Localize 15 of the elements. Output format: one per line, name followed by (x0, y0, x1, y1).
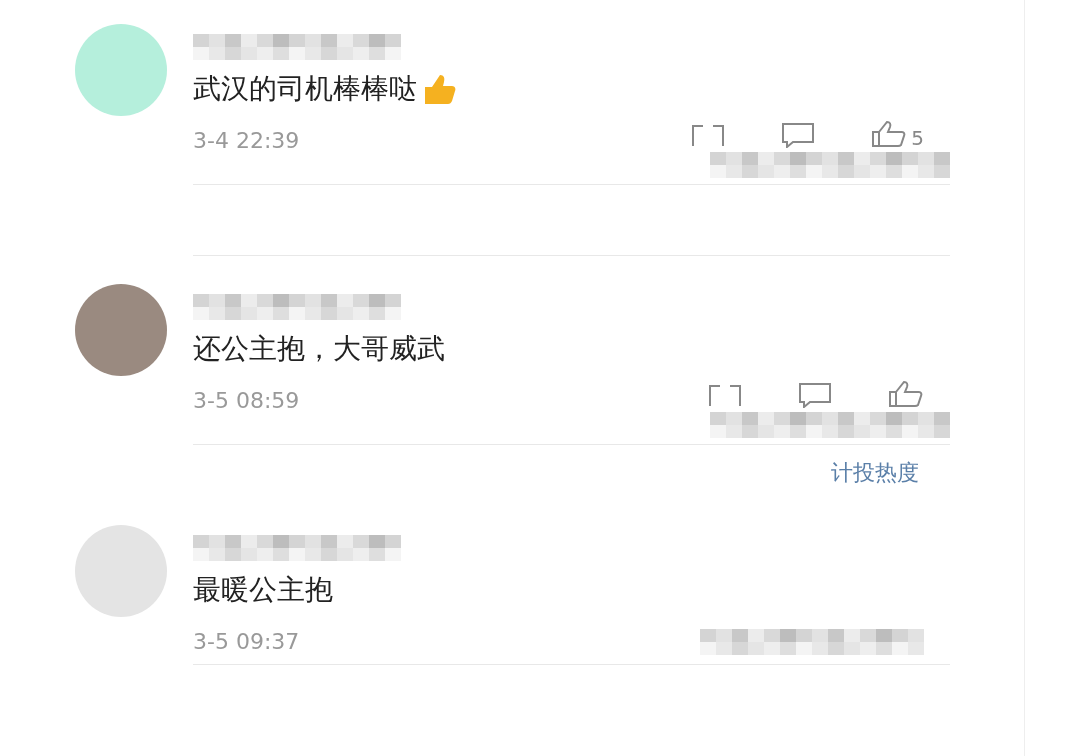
avatar[interactable] (75, 284, 167, 376)
share-icon[interactable] (691, 122, 726, 148)
comment-text: 武汉的司机棒棒哒 (193, 71, 417, 107)
like-icon[interactable] (871, 120, 908, 148)
share-icon[interactable] (708, 382, 742, 408)
comment-time: 3-5 08:59 (193, 387, 300, 415)
like-count: 5 (911, 128, 924, 148)
comment-icon[interactable] (798, 382, 832, 408)
comment-time: 3-5 09:37 (193, 628, 300, 656)
hot-label: 计投热度 (831, 459, 919, 487)
comment-text: 还公主抱，大哥威武 (193, 331, 445, 367)
comment-time: 3-4 22:39 (193, 127, 300, 155)
like-icon[interactable] (888, 380, 924, 408)
comment-icon[interactable] (781, 122, 816, 148)
comment-text: 最暖公主抱 (193, 572, 333, 608)
